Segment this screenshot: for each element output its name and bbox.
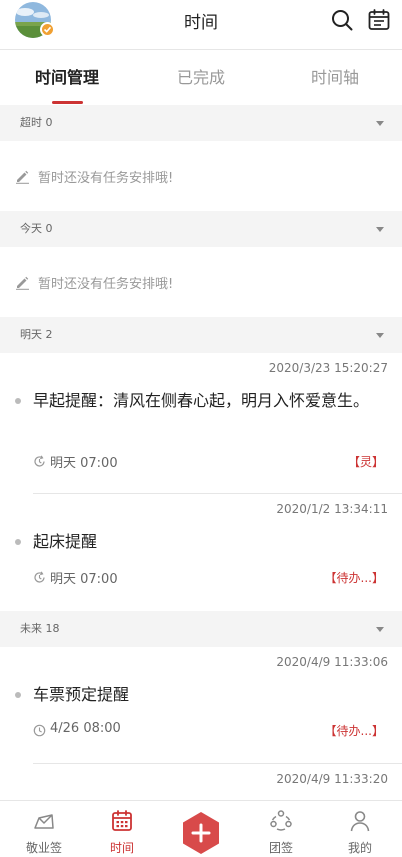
task-tag: 【待办...】 [324,571,384,585]
task-item[interactable]: 2020/4/9 11:33:20 [0,764,402,800]
calendar-button[interactable] [367,8,391,32]
group-header-overdue[interactable]: 超时 0 [0,105,402,141]
task-title: 起床提醒 [33,532,98,551]
task-item[interactable]: 2020/3/23 15:20:27 早起提醒：清风在侧春心起，明月入怀爱意生。… [0,353,402,494]
nav-label: 团签 [268,841,293,855]
caret-down-icon [376,627,384,632]
task-created-time: 2020/4/9 11:33:20 [276,772,388,786]
nav-item-jingyeqian[interactable]: 敬业签 [4,801,84,857]
repeat-clock-icon [34,571,45,583]
top-bar: 时间 [0,0,402,50]
caret-down-icon [376,121,384,126]
nav-item-time[interactable]: 时间 [82,801,162,857]
empty-placeholder: 暂时还没有任务安排哦! [0,247,402,317]
note-icon [34,814,54,829]
bullet-dot [15,398,21,404]
clock-icon [33,724,46,737]
task-tag: 【灵】 [347,455,384,469]
task-list: 超时 0 暂时还没有任务安排哦! 今天 0 暂时还没有任务安排哦! 明天 2 2… [0,105,402,800]
pencil-icon [16,170,29,184]
task-title: 车票预定提醒 [33,685,130,704]
group-label: 今天 0 [20,222,53,235]
add-task-button[interactable] [181,811,221,855]
pencil-icon [16,276,29,290]
calendar-grid-icon [112,810,132,831]
tab-timeline[interactable]: 时间轴 [268,51,402,105]
task-created-time: 2020/1/2 13:34:11 [276,502,388,516]
group-label: 超时 0 [20,116,53,129]
reminder-time: 4/26 08:00 [50,721,121,736]
search-button[interactable] [330,8,354,32]
group-header-future[interactable]: 未来 18 [0,611,402,647]
plus-icon [183,812,219,854]
group-label: 明天 2 [20,328,53,341]
task-created-time: 2020/3/23 15:20:27 [268,361,388,375]
nav-item-me[interactable]: 我的 [320,801,400,857]
bottom-navigation: 敬业签 时间 团签 我的 [0,800,402,857]
nav-item-team[interactable]: 团签 [241,801,321,857]
group-header-tomorrow[interactable]: 明天 2 [0,317,402,353]
person-icon [350,811,370,832]
active-tab-indicator [52,101,83,104]
reminder-time: 明天 07:00 [50,456,118,471]
task-item[interactable]: 2020/4/9 11:33:06 车票预定提醒 4/26 08:00 【待办.… [0,647,402,764]
empty-text: 暂时还没有任务安排哦! [38,277,174,292]
task-created-time: 2020/4/9 11:33:06 [276,655,388,669]
bullet-dot [15,692,21,698]
empty-placeholder: 暂时还没有任务安排哦! [0,141,402,211]
team-icon [270,810,292,831]
group-header-today[interactable]: 今天 0 [0,211,402,247]
reminder-time: 明天 07:00 [50,572,118,587]
calendar-icon [368,9,390,30]
task-item[interactable]: 2020/1/2 13:34:11 起床提醒 明天 07:00 【待办...】 [0,494,402,611]
tab-completed[interactable]: 已完成 [134,51,268,105]
repeat-clock-icon [34,455,45,467]
caret-down-icon [376,333,384,338]
task-title: 早起提醒：清风在侧春心起，明月入怀爱意生。 [33,391,370,410]
tab-time-management[interactable]: 时间管理 [0,51,134,105]
search-icon [332,10,353,31]
bullet-dot [15,539,21,545]
task-tag: 【待办...】 [324,724,384,738]
nav-label: 时间 [109,841,134,855]
caret-down-icon [376,227,384,232]
tab-bar: 时间管理 已完成 时间轴 [0,51,402,105]
group-label: 未来 18 [20,622,60,635]
empty-text: 暂时还没有任务安排哦! [38,171,174,186]
nav-label: 我的 [347,841,372,855]
nav-label: 敬业签 [25,841,62,855]
